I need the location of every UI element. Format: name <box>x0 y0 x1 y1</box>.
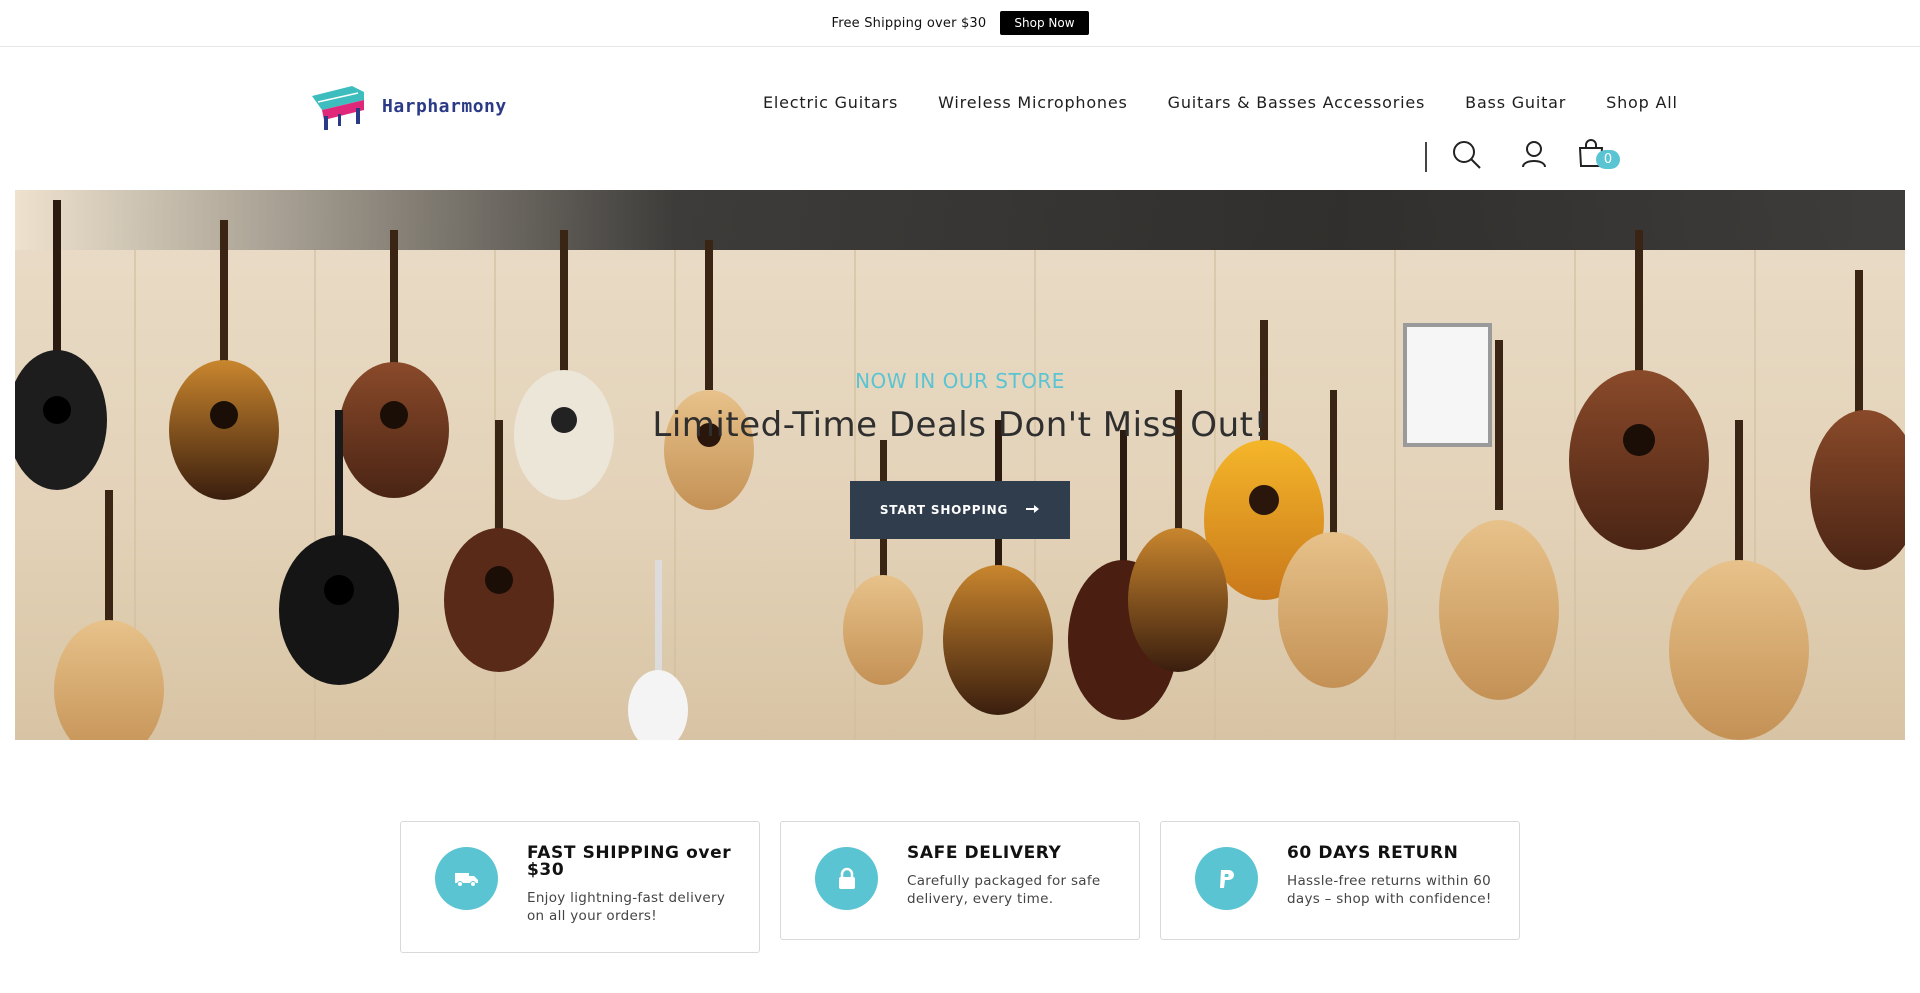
feature-description: Enjoy lightning-fast delivery on all you… <box>527 890 726 924</box>
feature-card-fast-shipping: FAST SHIPPING over $30 Enjoy lightning-f… <box>400 821 760 953</box>
piano-logo-icon <box>312 86 364 130</box>
lock-icon <box>815 847 878 910</box>
feature-description: Carefully packaged for safe delivery, ev… <box>907 873 1101 907</box>
nav-shop-all[interactable]: Shop All <box>1606 93 1678 112</box>
nav-electric-guitars[interactable]: Electric Guitars <box>763 93 898 112</box>
hero-subtitle: NOW IN OUR STORE <box>855 369 1065 393</box>
feature-title: FAST SHIPPING over $30 <box>527 843 732 880</box>
feature-title: 60 DAYS RETURN <box>1287 843 1459 863</box>
header-tools <box>1425 138 1625 178</box>
hero-guitar-wall-image <box>15 200 1905 740</box>
site-logo[interactable]: Harpharmony <box>308 80 507 132</box>
shop-now-button[interactable]: Shop Now <box>1000 11 1089 35</box>
start-shopping-button[interactable]: START SHOPPING <box>850 481 1070 539</box>
feature-card-safe-delivery: SAFE DELIVERY Carefully packaged for saf… <box>780 821 1140 940</box>
main-nav: Electric Guitars Wireless Microphones Gu… <box>763 93 1678 112</box>
feature-description: Hassle-free returns within 60 days – sho… <box>1287 873 1492 907</box>
nav-guitars-basses-accessories[interactable]: Guitars & Basses Accessories <box>1168 93 1426 112</box>
cart-count-badge[interactable]: 0 <box>1596 150 1620 169</box>
truck-icon <box>435 847 498 910</box>
user-icon[interactable] <box>1521 140 1547 172</box>
nav-wireless-microphones[interactable]: Wireless Microphones <box>938 93 1128 112</box>
brand-name: Harpharmony <box>382 95 507 117</box>
tools-divider <box>1425 142 1427 172</box>
paypal-icon <box>1195 847 1258 910</box>
start-shopping-label: START SHOPPING <box>879 503 1009 517</box>
announcement-text: Free Shipping over $30 <box>831 15 987 31</box>
feature-title: SAFE DELIVERY <box>907 843 1062 863</box>
arrow-right-icon <box>1026 503 1040 517</box>
hero-title: Limited-Time Deals Don't Miss Out! <box>652 405 1268 445</box>
search-icon[interactable] <box>1452 140 1482 174</box>
nav-bass-guitar[interactable]: Bass Guitar <box>1465 93 1566 112</box>
announcement-bar: Free Shipping over $30 Shop Now <box>0 0 1920 47</box>
hero-banner <box>15 190 1905 740</box>
feature-card-60-days-return: 60 DAYS RETURN Hassle-free returns withi… <box>1160 821 1520 940</box>
